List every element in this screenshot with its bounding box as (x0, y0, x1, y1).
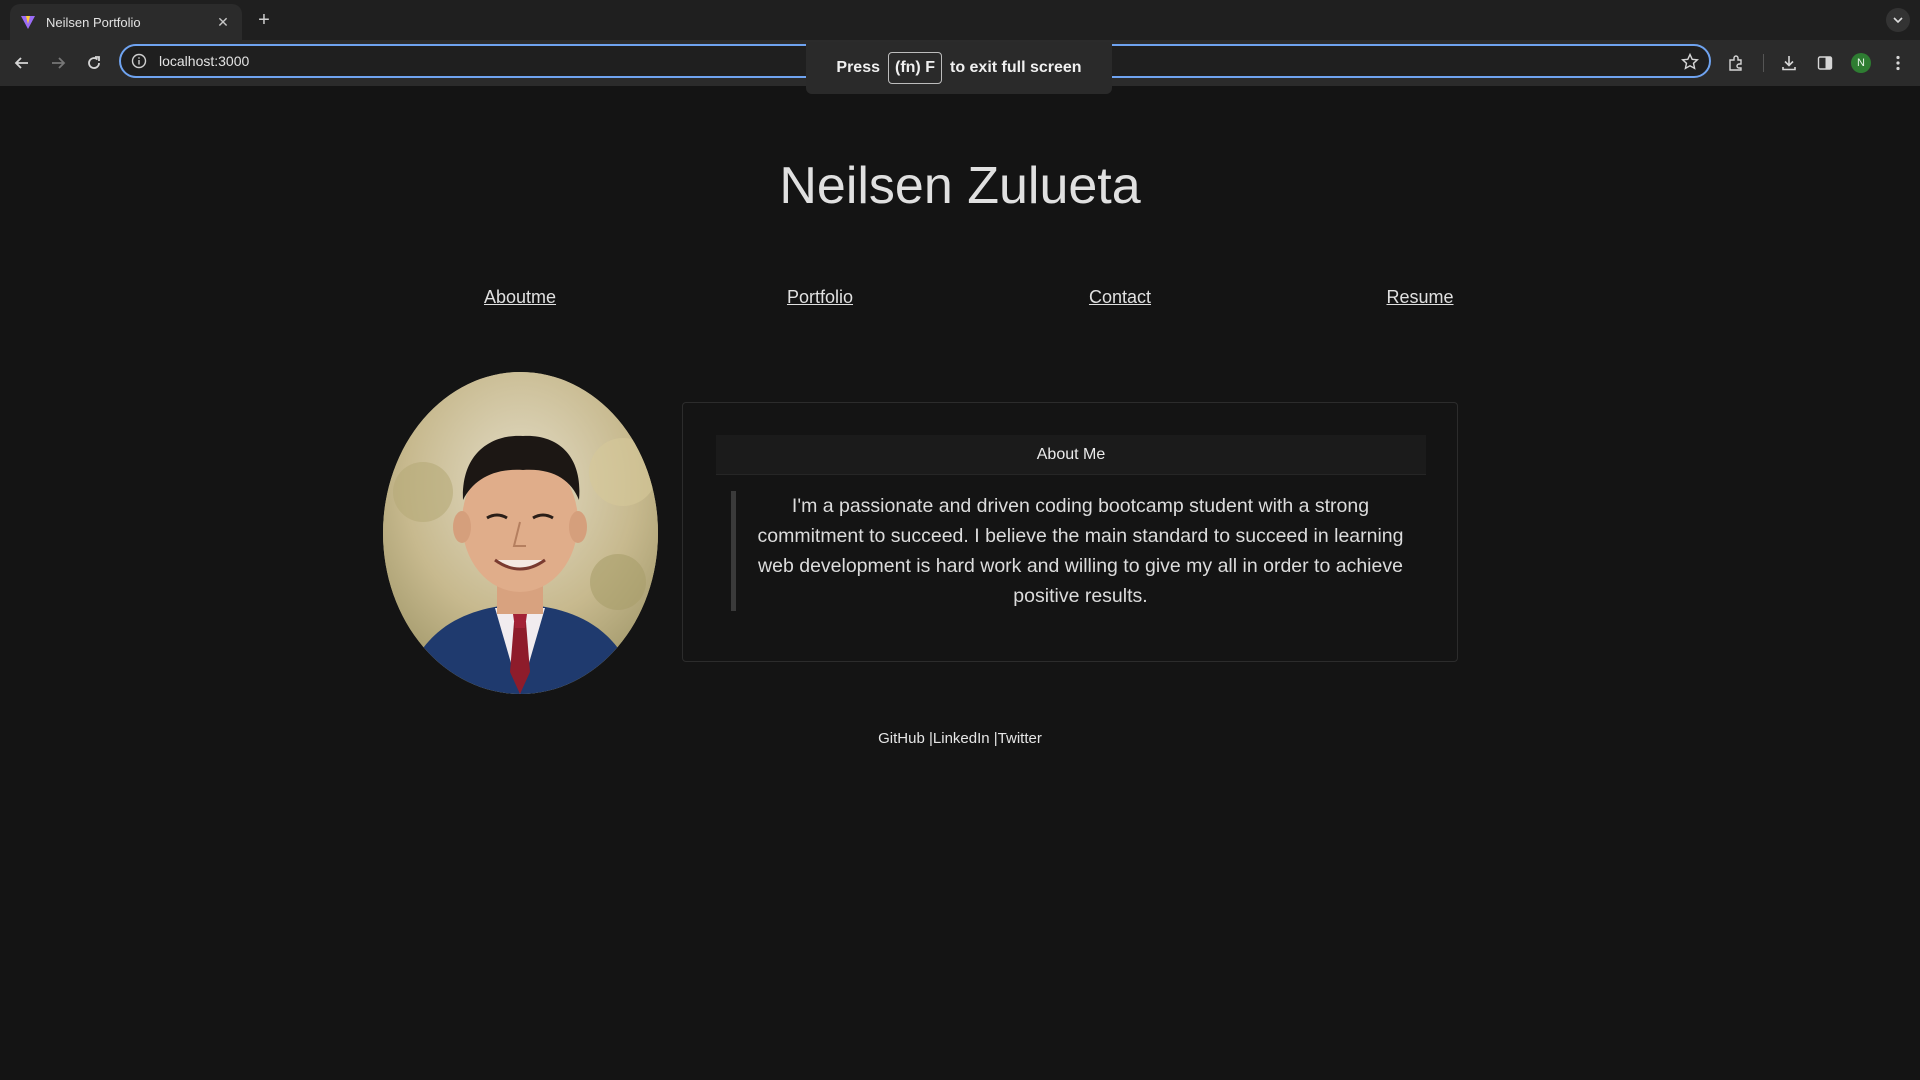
vite-favicon-icon (20, 14, 36, 30)
extensions-puzzle-icon[interactable] (1724, 51, 1748, 75)
tab-neilsen-portfolio[interactable]: Neilsen Portfolio ✕ (10, 4, 242, 40)
footer-link-linkedin[interactable]: LinkedIn | (933, 730, 998, 747)
more-menu-icon[interactable] (1886, 51, 1910, 75)
site-info-icon[interactable] (131, 53, 147, 69)
forward-arrow-icon[interactable] (46, 51, 70, 75)
nav-link-aboutme[interactable]: Aboutme (484, 287, 556, 308)
toolbar-divider (1763, 54, 1764, 72)
tab-strip: Neilsen Portfolio ✕ + (0, 0, 1920, 40)
about-me-card: About Me I'm a passionate and driven cod… (682, 402, 1458, 662)
footer-social-links: GitHub |LinkedIn |Twitter (0, 730, 1920, 747)
nav-link-portfolio[interactable]: Portfolio (787, 287, 853, 308)
downloads-icon[interactable] (1777, 51, 1801, 75)
nav-link-resume[interactable]: Resume (1386, 287, 1453, 308)
about-me-text: I'm a passionate and driven coding bootc… (757, 495, 1404, 607)
about-me-heading: About Me (716, 435, 1426, 475)
bookmark-star-icon[interactable] (1681, 53, 1699, 71)
footer-link-twitter[interactable]: Twitter (998, 730, 1042, 747)
tab-title: Neilsen Portfolio (46, 14, 141, 30)
toast-prefix: Press (836, 59, 880, 76)
toast-suffix: to exit full screen (949, 59, 1082, 76)
toast-key: (fn) F (888, 52, 942, 84)
profile-photo (383, 372, 658, 694)
page-content: Neilsen Zulueta Aboutme Portfolio Contac… (0, 86, 1920, 1080)
back-arrow-icon[interactable] (10, 51, 34, 75)
profile-avatar[interactable]: N (1851, 53, 1871, 73)
url-text: localhost:3000 (159, 53, 250, 69)
side-panel-icon[interactable] (1813, 51, 1837, 75)
nav-link-contact[interactable]: Contact (1089, 287, 1151, 308)
footer-link-github[interactable]: GitHub | (878, 730, 933, 747)
tab-close-icon[interactable]: ✕ (214, 13, 232, 31)
site-title: Neilsen Zulueta (779, 157, 1141, 215)
fullscreen-exit-toast: Press (fn) F to exit full screen (806, 42, 1112, 94)
about-me-blockquote: I'm a passionate and driven coding bootc… (731, 491, 1421, 611)
tab-search-chevron-icon[interactable] (1886, 8, 1910, 32)
reload-icon[interactable] (82, 51, 106, 75)
new-tab-plus-icon[interactable]: + (252, 8, 276, 32)
